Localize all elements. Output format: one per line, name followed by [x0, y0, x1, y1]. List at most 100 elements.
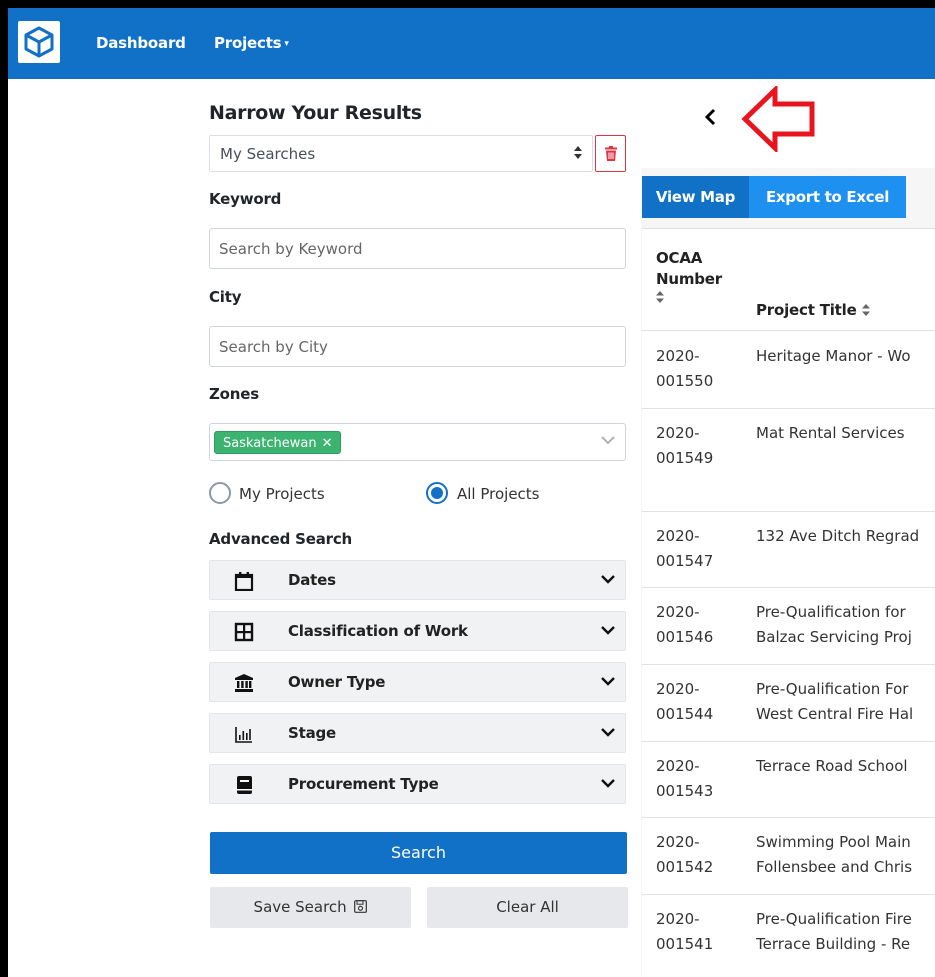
- accordion-procurement-type-label: Procurement Type: [288, 775, 439, 793]
- cell-title-line1: 132 Ave Ditch Regrad: [756, 527, 920, 545]
- cell-project-title: 132 Ave Ditch Regrad: [756, 524, 935, 549]
- my-searches-value: My Searches: [220, 145, 316, 163]
- cell-ocaa-number: 2020- 001546: [656, 600, 736, 650]
- keyword-label: Keyword: [209, 190, 282, 208]
- cell-project-title: Terrace Road School: [756, 754, 935, 779]
- zone-tag-saskatchewan: Saskatchewan ✕: [214, 431, 342, 454]
- nav-projects-dropdown[interactable]: Projects ▾: [214, 34, 289, 52]
- save-search-button[interactable]: Save Search: [210, 887, 411, 928]
- sort-icon: [861, 304, 870, 316]
- zones-multiselect[interactable]: Saskatchewan ✕: [209, 423, 626, 461]
- chevron-down-icon: [601, 728, 615, 737]
- cell-project-title: Heritage Manor - Wo: [756, 344, 935, 369]
- cell-year: 2020-: [656, 603, 700, 621]
- top-navbar: Dashboard Projects ▾: [8, 8, 935, 79]
- cell-project-title: Pre-Qualification For West Central Fire H…: [756, 677, 935, 727]
- table-row[interactable]: 2020- 001542 Swimming Pool Main Follensbee…: [642, 818, 935, 895]
- cell-num: 001546: [656, 628, 714, 646]
- save-search-label: Save Search: [253, 898, 347, 916]
- radio-all-projects[interactable]: [426, 482, 448, 504]
- remove-tag-icon[interactable]: ✕: [322, 436, 333, 451]
- cell-title-line2: Balzac Servicing Proj: [756, 628, 912, 646]
- cell-project-title: Pre-Qualification Fire Terrace Building -…: [756, 907, 935, 957]
- table-row[interactable]: 2020- 001549 Mat Rental Services: [642, 409, 935, 512]
- app-logo[interactable]: [18, 21, 60, 63]
- cell-num: 001549: [656, 449, 714, 467]
- table-row[interactable]: 2020- 001543 Terrace Road School: [642, 742, 935, 818]
- chevron-down-icon: [601, 626, 615, 635]
- delete-search-button[interactable]: [595, 135, 626, 172]
- table-row[interactable]: 2020- 001546 Pre-Qualification for Balzac …: [642, 588, 935, 665]
- cell-year: 2020-: [656, 347, 700, 365]
- table-row[interactable]: 2020- 001541 Pre-Qualification Fire Terrac…: [642, 895, 935, 977]
- accordion-dates[interactable]: Dates: [209, 560, 626, 600]
- cell-title-line1: Terrace Road School: [756, 757, 908, 775]
- cell-ocaa-number: 2020- 001541: [656, 907, 736, 957]
- cell-title-line1: Pre-Qualification For: [756, 680, 909, 698]
- accordion-classification-label: Classification of Work: [288, 622, 468, 640]
- export-excel-button[interactable]: Export to Excel: [749, 176, 906, 218]
- nav-dashboard-link[interactable]: Dashboard: [96, 34, 186, 52]
- cell-project-title: Swimming Pool Main Follensbee and Chris: [756, 830, 935, 880]
- cell-year: 2020-: [656, 910, 700, 928]
- table-row[interactable]: 2020- 001544 Pre-Qualification For West Ce…: [642, 665, 935, 742]
- cell-year: 2020-: [656, 833, 700, 851]
- accordion-classification[interactable]: Classification of Work: [209, 611, 626, 651]
- cell-title-line1: Pre-Qualification Fire: [756, 910, 912, 928]
- cell-year: 2020-: [656, 757, 700, 775]
- nav-projects-label: Projects: [214, 34, 282, 52]
- results-table: OCAA Number Project Title 2020- 001550 He…: [642, 228, 935, 977]
- search-button[interactable]: Search: [210, 832, 627, 874]
- view-map-button[interactable]: View Map: [642, 176, 749, 218]
- accordion-stage-label: Stage: [288, 724, 337, 742]
- table-header: OCAA Number Project Title: [642, 229, 935, 331]
- chevron-down-icon: [601, 436, 615, 445]
- cell-ocaa-number: 2020- 001547: [656, 524, 736, 574]
- cell-num: 001543: [656, 782, 714, 800]
- cell-num: 001542: [656, 858, 714, 876]
- zones-label: Zones: [209, 385, 259, 403]
- cell-year: 2020-: [656, 424, 700, 442]
- column-header-number-line2: Number: [656, 270, 722, 288]
- bank-icon: [235, 674, 253, 692]
- cell-num: 001547: [656, 552, 714, 570]
- table-row[interactable]: 2020- 001550 Heritage Manor - Wo: [642, 332, 935, 409]
- keyword-input[interactable]: [209, 228, 626, 269]
- caret-down-icon: ▾: [284, 39, 289, 49]
- cell-num: 001550: [656, 372, 714, 390]
- column-header-number-line1: OCAA: [656, 249, 703, 267]
- cell-num: 001541: [656, 935, 714, 953]
- cell-ocaa-number: 2020- 001549: [656, 421, 736, 471]
- my-searches-select[interactable]: My Searches: [209, 135, 593, 172]
- cell-ocaa-number: 2020- 001543: [656, 754, 736, 804]
- cell-title-line2: Follensbee and Chris: [756, 858, 913, 876]
- radio-my-projects-label: My Projects: [239, 485, 325, 503]
- accordion-owner-type[interactable]: Owner Type: [209, 662, 626, 702]
- floppy-disk-icon: [354, 900, 368, 913]
- cell-num: 001544: [656, 705, 714, 723]
- cell-title-line2: Terrace Building - Re: [756, 935, 911, 953]
- cell-title-line2: West Central Fire Hal: [756, 705, 914, 723]
- accordion-owner-type-label: Owner Type: [288, 673, 386, 691]
- chevron-left-icon[interactable]: [704, 108, 716, 126]
- chevron-down-icon: [601, 779, 615, 788]
- cell-year: 2020-: [656, 527, 700, 545]
- accordion-procurement-type[interactable]: Procurement Type: [209, 764, 626, 804]
- calendar-icon: [234, 572, 254, 591]
- cell-ocaa-number: 2020- 001550: [656, 344, 736, 394]
- book-icon: [237, 776, 252, 794]
- accordion-stage[interactable]: Stage: [209, 713, 626, 753]
- cell-ocaa-number: 2020- 001544: [656, 677, 736, 727]
- city-input[interactable]: [209, 326, 626, 367]
- table-row[interactable]: 2020- 001547 132 Ave Ditch Regrad: [642, 512, 935, 588]
- clear-all-button[interactable]: Clear All: [427, 887, 628, 928]
- radio-my-projects[interactable]: [209, 482, 231, 504]
- cell-title-line1: Mat Rental Services: [756, 424, 905, 442]
- column-header-ocaa-number[interactable]: OCAA Number: [656, 248, 722, 311]
- cube-logo-icon: [24, 26, 54, 58]
- cell-title-line1: Pre-Qualification for: [756, 603, 906, 621]
- chevron-down-icon: [601, 677, 615, 686]
- column-header-project-title[interactable]: Project Title: [756, 300, 870, 321]
- sort-icon: [656, 290, 722, 311]
- app-frame: Dashboard Projects ▾ Narrow Your Results …: [8, 8, 935, 977]
